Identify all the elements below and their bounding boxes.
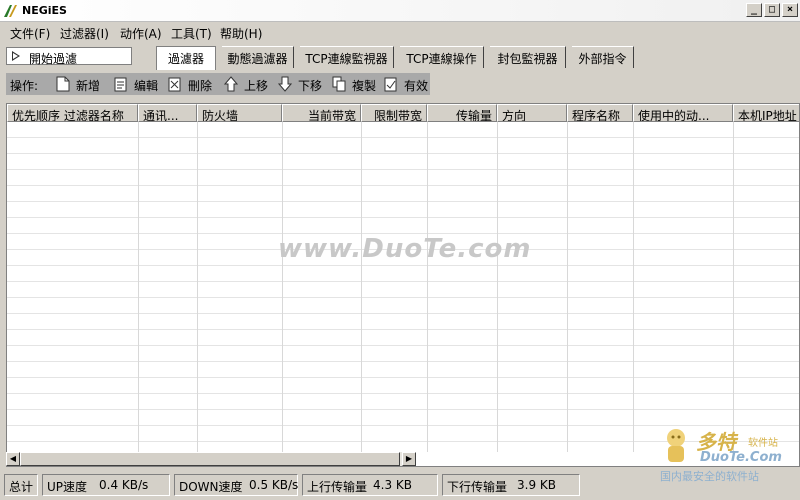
filter-table[interactable]: 优先顺序 过滤器名称 通讯... 防火墙 当前带宽 限制带宽 传输量 方向 程序… bbox=[6, 103, 800, 467]
col-active-action[interactable]: 使用中的动... bbox=[633, 104, 733, 122]
col-priority-name[interactable]: 优先顺序 过滤器名称 bbox=[7, 104, 138, 122]
title-bar: NEGiES _ □ × bbox=[0, 0, 800, 22]
menu-file[interactable]: 文件(F) bbox=[10, 25, 50, 42]
download-total-value: 3.9 KB bbox=[517, 478, 556, 492]
down-speed-value: 0.5 KB/s bbox=[249, 478, 299, 492]
col-program-name[interactable]: 程序名称 bbox=[567, 104, 633, 122]
down-speed-label: DOWN速度 bbox=[179, 480, 243, 494]
scroll-right-arrow-icon[interactable]: ▶ bbox=[402, 452, 416, 466]
tab-tcp-monitor[interactable]: TCP連線監視器 bbox=[300, 46, 394, 68]
delete-icon bbox=[168, 77, 181, 92]
tab-packet-monitor[interactable]: 封包監視器 bbox=[490, 46, 566, 68]
app-icon bbox=[4, 5, 17, 17]
mascot-icon bbox=[667, 429, 685, 462]
scrollbar-thumb[interactable] bbox=[20, 452, 400, 466]
window-title: NEGiES bbox=[22, 4, 67, 17]
col-protocol[interactable]: 通讯... bbox=[138, 104, 197, 122]
close-button[interactable]: × bbox=[782, 3, 798, 17]
minimize-button[interactable]: _ bbox=[746, 3, 762, 17]
col-current-bandwidth[interactable]: 当前带宽 bbox=[282, 104, 361, 122]
menu-filter[interactable]: 过滤器(I) bbox=[60, 25, 109, 42]
menu-bar: 文件(F) 过滤器(I) 动作(A) 工具(T) 帮助(H) bbox=[0, 22, 800, 42]
play-icon bbox=[12, 51, 20, 61]
maximize-button[interactable]: □ bbox=[764, 3, 780, 17]
col-direction[interactable]: 方向 bbox=[497, 104, 567, 122]
menu-action[interactable]: 动作(A) bbox=[120, 25, 162, 42]
horizontal-scrollbar[interactable]: ◀ ▶ bbox=[6, 452, 416, 466]
move-down-button[interactable]: 下移 bbox=[278, 75, 328, 93]
enable-button[interactable]: 有效 bbox=[384, 75, 430, 93]
tab-tcp-operation[interactable]: TCP連線操作 bbox=[400, 46, 484, 68]
copy-button[interactable]: 複製 bbox=[332, 75, 382, 93]
logo-site: DuoTe.Com bbox=[700, 450, 782, 465]
start-filter-button[interactable]: 開始過濾 bbox=[6, 47, 132, 66]
tab-external-command[interactable]: 外部指令 bbox=[572, 46, 634, 68]
status-up-speed: UP速度 0.4 KB/s bbox=[42, 474, 170, 496]
download-total-label: 下行传输量 bbox=[447, 480, 508, 494]
col-limit-bandwidth[interactable]: 限制带宽 bbox=[361, 104, 427, 122]
tab-dynamic-filter[interactable]: 動態過濾器 bbox=[222, 46, 294, 68]
col-traffic[interactable]: 传输量 bbox=[427, 104, 497, 122]
upload-total-label: 上行传输量 bbox=[307, 480, 368, 494]
checkbox-icon bbox=[384, 77, 397, 92]
copy-icon bbox=[332, 76, 346, 92]
logo-tag: 软件站 bbox=[748, 438, 778, 449]
upload-total-value: 4.3 KB bbox=[373, 478, 412, 492]
operations-toolbar: 操作: 新增 编輯 刪除 上移 下移 複製 有效 bbox=[6, 73, 430, 95]
edit-icon bbox=[114, 77, 127, 92]
add-button[interactable]: 新增 bbox=[56, 75, 106, 93]
status-down-speed: DOWN速度 0.5 KB/s bbox=[174, 474, 298, 496]
logo-slogan: 国内最安全的软件站 bbox=[660, 470, 759, 483]
site-logo-watermark: 多特 软件站 DuoTe.Com 国内最安全的软件站 bbox=[660, 424, 800, 490]
new-file-icon bbox=[56, 76, 70, 92]
menu-help[interactable]: 帮助(H) bbox=[220, 25, 262, 42]
watermark: www.DuoTe.com bbox=[278, 234, 532, 264]
start-filter-label: 開始過濾 bbox=[29, 52, 78, 66]
table-body bbox=[7, 122, 799, 452]
scroll-left-arrow-icon[interactable]: ◀ bbox=[6, 452, 20, 466]
status-total: 总计 bbox=[4, 474, 38, 496]
move-up-button[interactable]: 上移 bbox=[224, 75, 274, 93]
status-upload-total: 上行传输量 4.3 KB bbox=[302, 474, 438, 496]
delete-button[interactable]: 刪除 bbox=[168, 75, 218, 93]
col-local-ip[interactable]: 本机IP地址 bbox=[733, 104, 799, 122]
menu-tools[interactable]: 工具(T) bbox=[171, 25, 212, 42]
up-speed-label: UP速度 bbox=[47, 480, 88, 494]
status-download-total: 下行传输量 3.9 KB bbox=[442, 474, 580, 496]
up-speed-value: 0.4 KB/s bbox=[99, 478, 149, 492]
arrow-down-icon bbox=[278, 76, 292, 92]
operations-label: 操作: bbox=[10, 79, 39, 93]
arrow-up-icon bbox=[224, 76, 238, 92]
table-header: 优先顺序 过滤器名称 通讯... 防火墙 当前带宽 限制带宽 传输量 方向 程序… bbox=[7, 104, 799, 122]
col-firewall[interactable]: 防火墙 bbox=[197, 104, 282, 122]
edit-button[interactable]: 编輯 bbox=[114, 75, 164, 93]
tab-filter[interactable]: 過濾器 bbox=[156, 46, 216, 70]
